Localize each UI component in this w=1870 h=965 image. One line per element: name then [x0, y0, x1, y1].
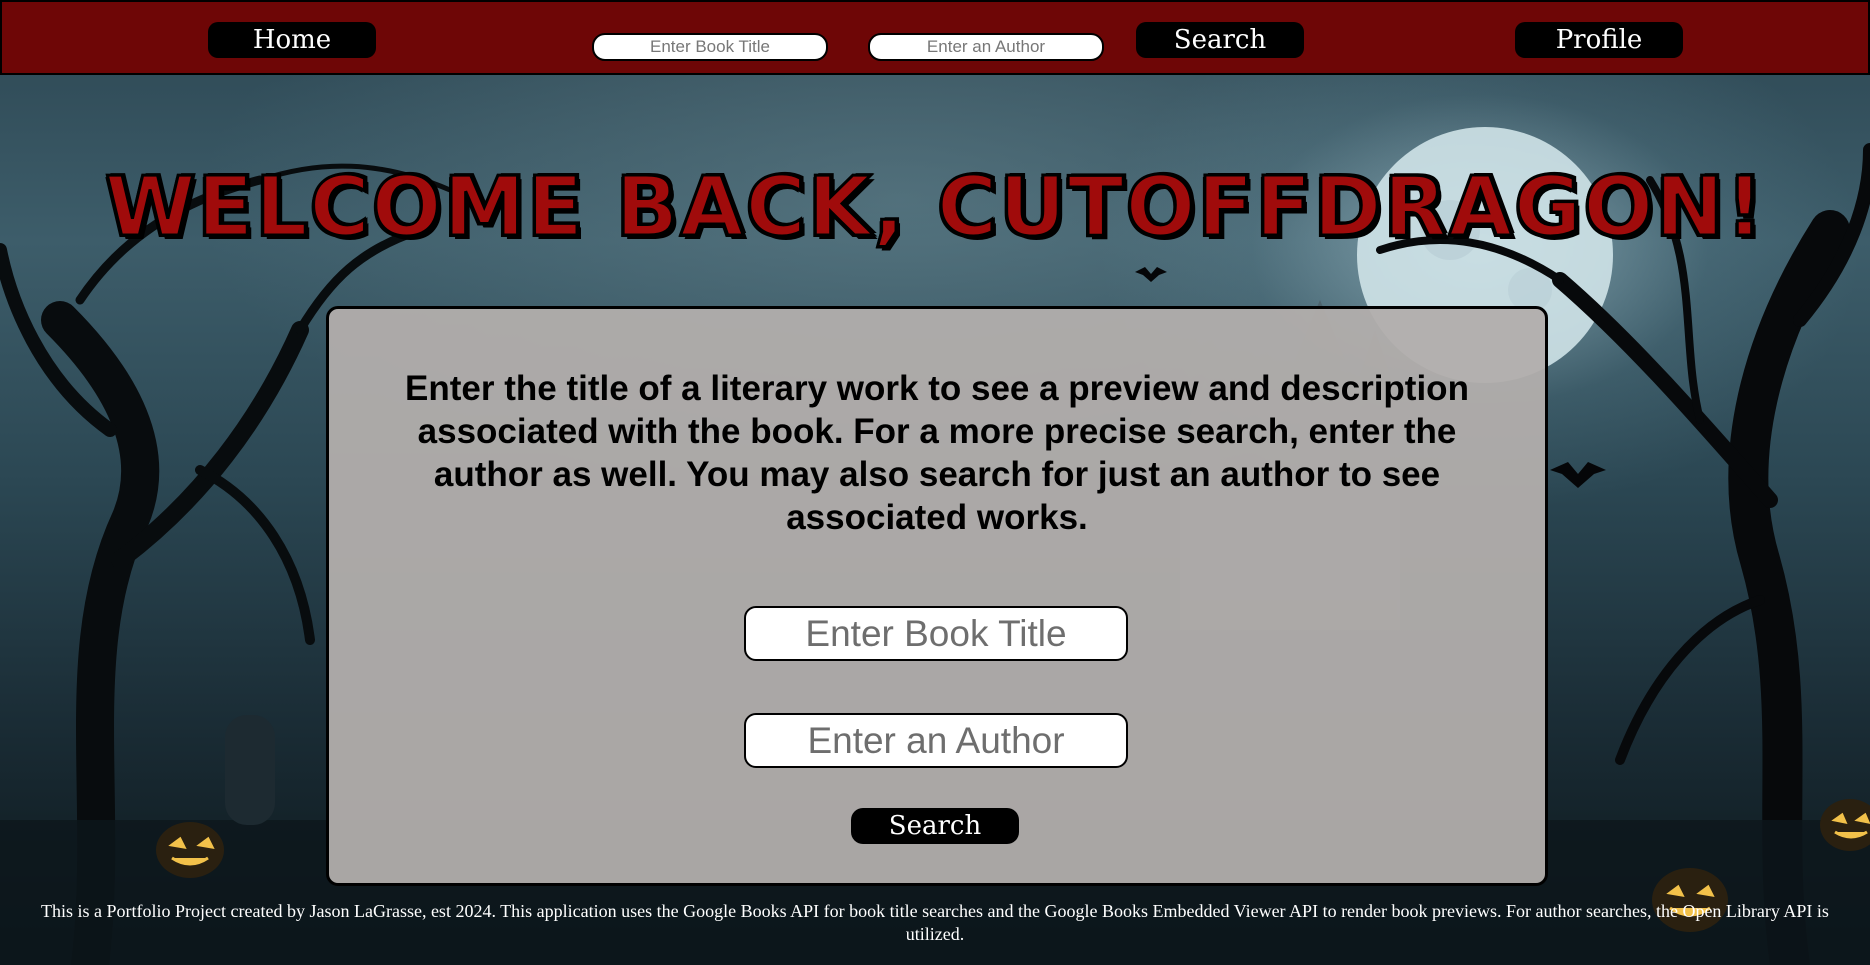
welcome-heading: Welcome back, cutoffdragon!	[103, 159, 1766, 255]
top-navbar: Home Search Profile	[0, 0, 1870, 75]
nav-author-input[interactable]	[868, 33, 1104, 61]
pumpkin-icon	[156, 822, 224, 878]
nav-book-title-input[interactable]	[592, 33, 828, 61]
footer-text: This is a Portfolio Project created by J…	[41, 901, 1829, 944]
book-title-input[interactable]	[744, 606, 1128, 661]
profile-button[interactable]: Profile	[1515, 22, 1683, 58]
author-input[interactable]	[744, 713, 1128, 768]
bat-icon	[1550, 462, 1606, 488]
search-instructions: Enter the title of a literary work to se…	[405, 369, 1469, 537]
nav-search-button[interactable]: Search	[1136, 22, 1304, 58]
search-panel: Enter the title of a literary work to se…	[326, 306, 1548, 886]
bat-icon	[1135, 267, 1167, 282]
home-button[interactable]: Home	[208, 22, 376, 58]
gravestone-icon	[225, 715, 275, 825]
search-button[interactable]: Search	[851, 808, 1019, 844]
